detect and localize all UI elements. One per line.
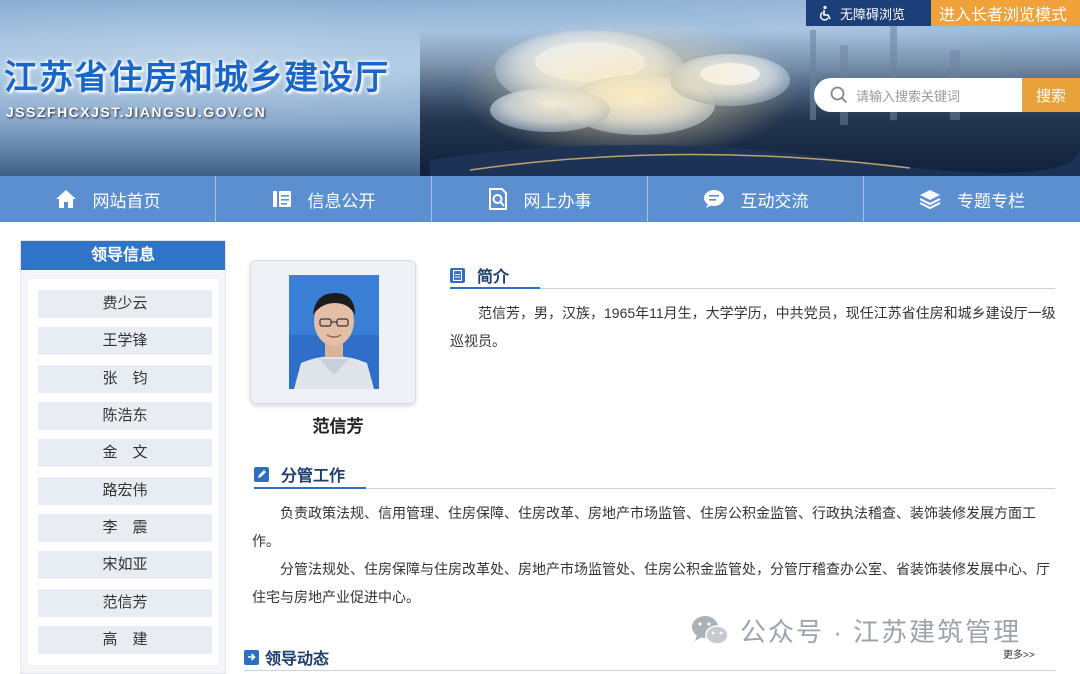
duties-title: 分管工作 xyxy=(281,468,346,485)
duties-text-2: 分管法规处、住房保障与住房改革处、房地产市场监管处、住房公积金监管处，分管厅稽查… xyxy=(252,561,1050,605)
chat-icon xyxy=(703,190,724,208)
nav-info-label: 信息公开 xyxy=(307,191,376,211)
news-heading: 领导动态 xyxy=(244,645,329,669)
leader-sidebar: 领导信息 费少云 王学锋 张 钧 陈浩东 金 文 路宏伟 李 震 宋如亚 范信芳… xyxy=(20,240,226,674)
photo-frame xyxy=(250,260,416,404)
intro-divider xyxy=(450,288,1055,289)
wechat-watermark: 公众号 · 江苏建筑管理 xyxy=(690,612,1021,649)
wheelchair-icon xyxy=(819,5,831,21)
nav-topics-label: 专题专栏 xyxy=(956,191,1025,211)
document-list-icon xyxy=(272,191,291,207)
intro-divider-accent xyxy=(450,287,540,289)
leader-item[interactable]: 高 建 xyxy=(38,626,212,654)
layers-icon xyxy=(919,190,941,209)
watermark-text: 公众号 · 江苏建筑管理 xyxy=(740,617,1022,647)
elder-mode-button[interactable]: 进入长者浏览模式 xyxy=(931,0,1080,26)
intro-heading: 简介 xyxy=(450,263,509,287)
intro-title: 简介 xyxy=(477,269,510,286)
accessibility-button[interactable]: 无障碍浏览 xyxy=(806,0,932,26)
person-name: 范信芳 xyxy=(312,417,364,436)
nav-home-label: 网站首页 xyxy=(92,191,161,211)
accessibility-label: 无障碍浏览 xyxy=(840,6,906,22)
search-doc-icon xyxy=(488,188,507,210)
leader-item-active[interactable]: 范信芳 xyxy=(38,589,212,617)
duties-text-1: 负责政策法规、信用管理、住房保障、住房改革、房地产市场监管、住房公积金监管、行政… xyxy=(252,505,1036,549)
arrow-right-icon xyxy=(244,649,259,665)
nav-interaction[interactable]: 互动交流 xyxy=(648,176,864,222)
nav-info-disclosure[interactable]: 信息公开 xyxy=(216,176,432,222)
search-button[interactable]: 搜索 xyxy=(1022,78,1080,112)
leader-item[interactable]: 费少云 xyxy=(38,290,212,318)
duties-heading: 分管工作 xyxy=(254,462,345,486)
intro-text: 范信芳，男，汉族，1965年11月生，大学学历，中共党员，现任江苏省住房和城乡建… xyxy=(450,305,1056,349)
nav-home[interactable]: 网站首页 xyxy=(0,176,216,222)
portrait-photo xyxy=(289,275,379,389)
leader-item[interactable]: 路宏伟 xyxy=(38,477,212,505)
leader-list: 费少云 王学锋 张 钧 陈浩东 金 文 路宏伟 李 震 宋如亚 范信芳 高 建 xyxy=(28,279,218,665)
leader-item[interactable]: 王学锋 xyxy=(38,327,212,355)
leader-item[interactable]: 宋如亚 xyxy=(38,551,212,579)
site-title[interactable]: 江苏省住房和城乡建设厅 xyxy=(4,50,389,99)
profile-content: 范信芳 简介 范信芳，男，汉族，1965年11月生，大学学历，中共党员，现任江苏… xyxy=(238,240,1080,674)
doc-icon xyxy=(450,267,465,283)
nav-service-label: 网上办事 xyxy=(523,191,592,211)
search-input[interactable]: 请输入搜索关键词 xyxy=(814,78,1024,112)
leader-item[interactable]: 金 文 xyxy=(38,439,212,467)
leader-item[interactable]: 陈浩东 xyxy=(38,402,212,430)
leader-item[interactable]: 张 钧 xyxy=(38,365,212,393)
nav-online-service[interactable]: 网上办事 xyxy=(432,176,648,222)
search-placeholder: 请输入搜索关键词 xyxy=(856,88,961,104)
news-title[interactable]: 领导动态 xyxy=(265,645,329,669)
main-nav: 网站首页 信息公开 网上办事 互动交流 专题专栏 xyxy=(0,176,1080,222)
nav-interaction-label: 互动交流 xyxy=(740,191,809,211)
sidebar-title: 领导信息 xyxy=(21,241,225,270)
search-icon xyxy=(830,86,848,104)
pencil-icon xyxy=(254,466,269,482)
leader-item[interactable]: 李 震 xyxy=(38,514,212,542)
duties-divider-accent xyxy=(254,487,366,489)
news-divider xyxy=(244,670,1055,671)
wechat-icon xyxy=(692,615,729,645)
duties-divider xyxy=(254,488,1055,489)
site-url: JSSZFHCXJST.JIANGSU.GOV.CN xyxy=(6,104,267,120)
nav-special-topics[interactable]: 专题专栏 xyxy=(864,176,1080,222)
home-icon xyxy=(55,190,76,208)
